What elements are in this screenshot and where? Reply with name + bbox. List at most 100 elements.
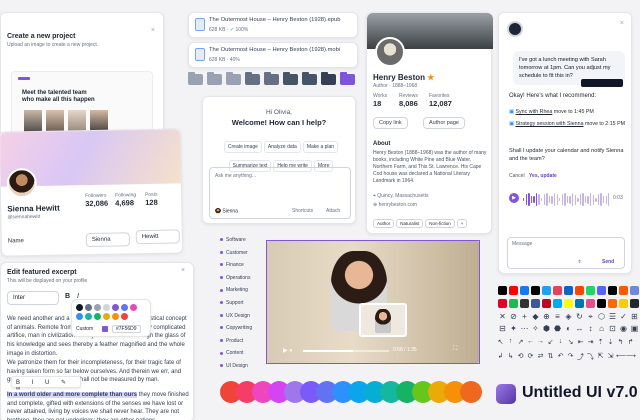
social-icon[interactable] <box>564 286 573 295</box>
arrow-icon[interactable]: ← <box>526 338 535 345</box>
social-icon[interactable] <box>619 299 628 308</box>
social-icon[interactable] <box>531 299 540 308</box>
ui-icon[interactable]: ✦ <box>509 324 518 333</box>
folder-icon[interactable] <box>321 72 336 85</box>
color-swatch[interactable] <box>76 313 83 320</box>
nav-item[interactable]: UI Design <box>220 363 248 369</box>
folder-icon[interactable] <box>340 72 355 85</box>
last-name-field[interactable]: Hewitt <box>135 229 180 245</box>
play-icon[interactable]: ▶ <box>509 193 519 203</box>
folder-icon[interactable] <box>302 72 317 85</box>
color-swatch[interactable] <box>94 304 101 311</box>
ui-icon[interactable]: ◉ <box>619 324 628 333</box>
ui-icon[interactable]: ⌂ <box>597 324 606 333</box>
ui-icon[interactable]: ◐ <box>564 324 573 333</box>
ui-icon[interactable]: ↻ <box>575 312 584 321</box>
folder-icon[interactable] <box>207 72 222 85</box>
folder-icon[interactable] <box>226 72 241 85</box>
ui-icon[interactable]: ⊘ <box>509 312 518 321</box>
arrow-icon[interactable]: ↰ <box>616 338 625 346</box>
social-icon[interactable] <box>597 299 606 308</box>
ui-icon[interactable]: ◆ <box>531 312 540 321</box>
ui-icon[interactable]: ↔ <box>575 324 584 333</box>
close-icon[interactable]: × <box>620 20 624 27</box>
social-icon[interactable] <box>520 286 529 295</box>
ui-icon[interactable]: ✓ <box>619 312 628 321</box>
chip-create-image[interactable]: Create image <box>223 141 262 153</box>
arrow-icon[interactable]: ↙ <box>546 338 555 346</box>
ui-icon[interactable]: ≡ <box>553 312 562 321</box>
social-icon[interactable] <box>586 299 595 308</box>
arrow-icon[interactable]: ⟶ <box>626 352 636 360</box>
social-icon[interactable] <box>509 299 518 308</box>
arrow-icon[interactable]: ⇥ <box>586 338 595 346</box>
ui-icon[interactable]: ⊕ <box>542 312 551 321</box>
arrow-icon[interactable]: ↗ <box>516 338 525 346</box>
arrow-icon[interactable]: ⤴ <box>576 352 585 362</box>
arrow-icon[interactable]: ↳ <box>506 352 515 360</box>
social-icon[interactable] <box>575 286 584 295</box>
ui-icon[interactable]: ↕ <box>586 324 595 333</box>
social-icon[interactable] <box>630 286 639 295</box>
bold-icon[interactable]: B <box>65 293 70 300</box>
ui-icon[interactable]: ◈ <box>564 312 573 321</box>
ui-icon[interactable]: ⬡ <box>597 312 606 321</box>
color-swatch[interactable] <box>103 313 110 320</box>
color-swatch[interactable] <box>94 313 101 320</box>
social-icon[interactable] <box>575 299 584 308</box>
ui-icon[interactable]: ⬣ <box>553 324 562 333</box>
message-input[interactable]: Message ⌽ Send <box>507 237 625 269</box>
nav-item[interactable]: Finance <box>220 262 244 268</box>
ui-icon[interactable]: ✕ <box>498 312 507 321</box>
arrow-icon[interactable]: ↶ <box>556 352 565 360</box>
arrow-icon[interactable]: ⇱ <box>596 352 605 360</box>
social-icon[interactable] <box>498 299 507 308</box>
social-icon[interactable] <box>542 286 551 295</box>
social-icon[interactable] <box>553 286 562 295</box>
arrow-icon[interactable]: ⇲ <box>606 352 615 360</box>
first-name-field[interactable]: Sienna <box>85 232 130 248</box>
custom-color-swatch[interactable] <box>102 326 108 332</box>
arrow-icon[interactable]: ↱ <box>626 338 635 346</box>
nav-item[interactable]: Content <box>220 350 244 356</box>
copy-link-button[interactable]: Copy link <box>373 117 408 129</box>
arrow-icon[interactable]: ↑ <box>506 338 515 345</box>
nav-item[interactable]: Operations <box>220 275 250 281</box>
color-circle[interactable] <box>460 381 482 403</box>
add-tag-button[interactable]: + <box>456 219 468 228</box>
color-swatch[interactable] <box>103 304 110 311</box>
color-swatch[interactable] <box>85 304 92 311</box>
color-swatch[interactable] <box>112 304 119 311</box>
folder-icon[interactable] <box>283 72 298 85</box>
ui-icon[interactable]: ⋯ <box>520 324 529 333</box>
arrow-icon[interactable]: ↖ <box>496 338 505 346</box>
social-icon[interactable] <box>509 286 518 295</box>
nav-item[interactable]: Product <box>220 338 243 344</box>
shortcuts-button[interactable]: Shortcuts <box>292 208 313 214</box>
social-icon[interactable] <box>531 286 540 295</box>
color-swatch[interactable] <box>121 313 128 320</box>
social-icon[interactable] <box>630 299 639 308</box>
nav-item[interactable]: Support <box>220 300 244 306</box>
progress-track[interactable] <box>303 350 389 352</box>
confirm-button[interactable]: Yes, update <box>529 173 557 179</box>
send-button[interactable]: Send <box>602 259 614 265</box>
folder-icon[interactable] <box>245 72 260 85</box>
prompt-box[interactable]: Ask me anything... Sienna Shortcuts Atta… <box>209 167 351 219</box>
voice-message[interactable]: ▶ 0:03 <box>509 189 625 207</box>
arrow-icon[interactable]: ↘ <box>566 338 575 346</box>
social-icon[interactable] <box>498 286 507 295</box>
ui-icon[interactable]: ✧ <box>531 324 540 333</box>
ui-icon[interactable]: ⌖ <box>586 312 595 321</box>
author-website[interactable]: ⊕ henrybeston.com <box>373 202 417 208</box>
file-item[interactable]: The Outermost House – Henry Beston (1928… <box>188 42 358 68</box>
ui-icon[interactable]: ▣ <box>630 324 639 333</box>
arrow-icon[interactable]: ⇡ <box>596 338 605 346</box>
close-icon[interactable]: × <box>151 27 155 34</box>
nav-item[interactable]: Marketing <box>220 287 248 293</box>
nav-item[interactable]: Customer <box>220 250 248 256</box>
play-icon[interactable]: ▶ ⏸ <box>283 347 292 355</box>
tag[interactable]: Author <box>373 219 395 228</box>
message-actions[interactable] <box>581 79 623 87</box>
prompt-input[interactable]: Ask me anything... <box>215 173 256 179</box>
